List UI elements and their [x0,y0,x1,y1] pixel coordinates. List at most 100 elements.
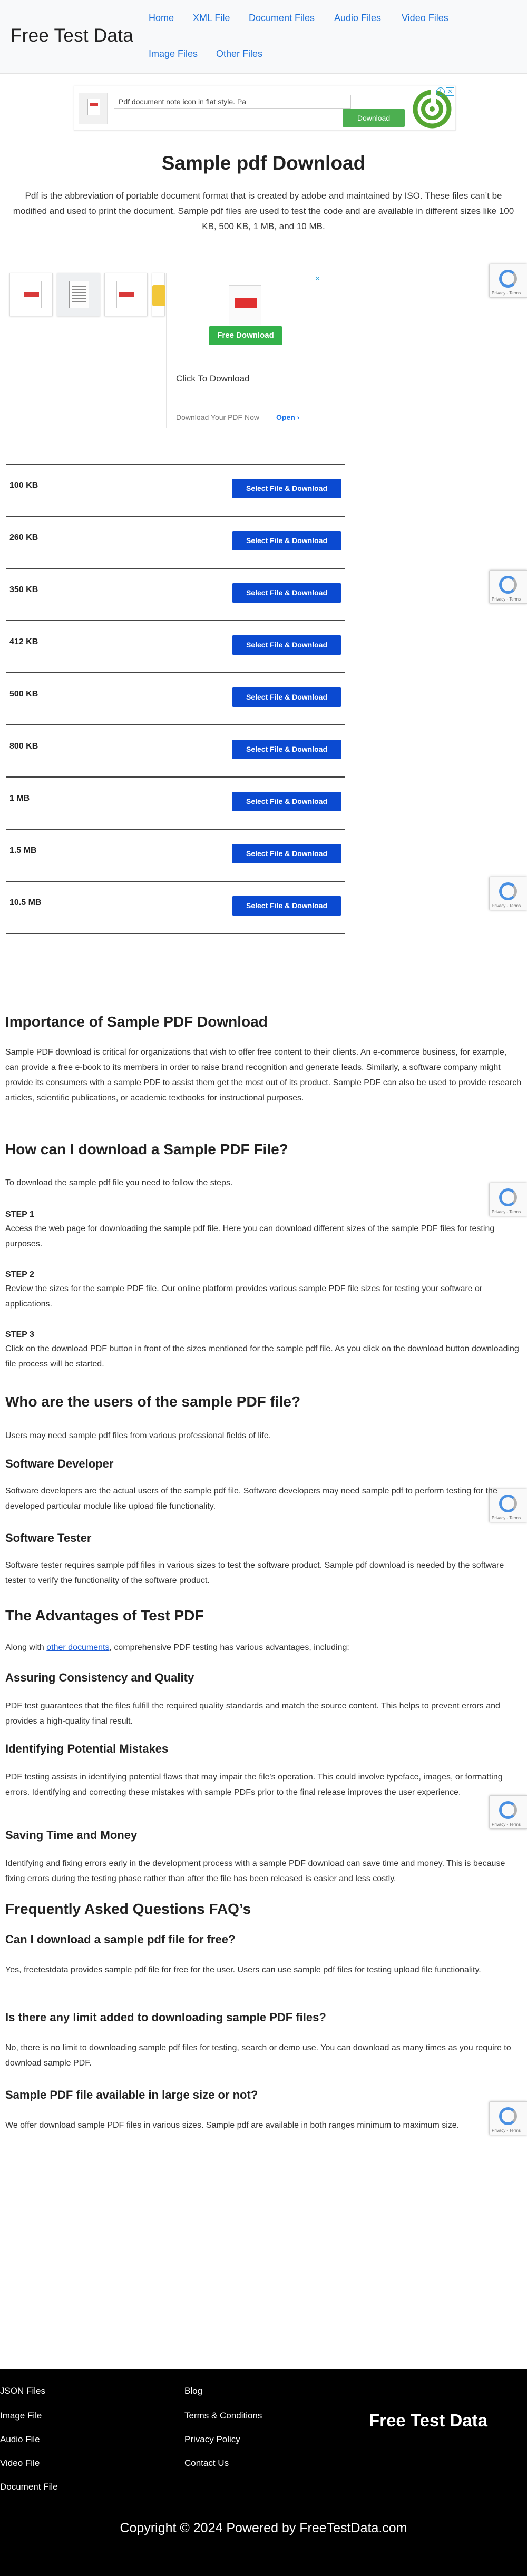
pdf-document-image[interactable] [104,273,148,316]
recaptcha-terms[interactable]: Privacy - Terms [492,1210,521,1214]
paragraph: Identifying and fixing errors early in t… [5,1859,505,1883]
recaptcha-terms[interactable]: Privacy - Terms [492,597,521,602]
site-title[interactable]: Free Test Data [11,25,133,46]
recaptcha-badge[interactable]: Privacy - Terms [489,1795,527,1829]
step-heading: STEP 2 [5,1270,34,1279]
folder-image[interactable] [152,273,165,316]
file-size-label: 1.5 MB [9,846,37,855]
faq-answer: We offer download sample PDF files in va… [5,2121,460,2130]
row-divider [6,620,345,621]
download-button-100kb[interactable]: Select File & Download [232,479,341,498]
close-icon[interactable]: ✕ [446,87,454,96]
free-download-button[interactable]: Free Download [209,326,282,345]
section-heading: Importance of Sample PDF Download [5,1014,268,1030]
page-title: Sample pdf Download [161,152,366,174]
download-button-350kb[interactable]: Select File & Download [232,583,341,603]
recaptcha-badge[interactable]: Privacy - Terms [489,877,527,910]
close-icon[interactable]: ✕ [315,274,320,283]
paragraph: Review the sizes for the sample PDF file… [5,1284,483,1309]
footer-link-document-file[interactable]: Document File [0,2482,58,2492]
faq-question: Sample PDF file available in large size … [5,2088,258,2101]
footer-link-image-file[interactable]: Image File [0,2411,42,2421]
footer-link-contact-us[interactable]: Contact Us [184,2458,229,2469]
recaptcha-badge[interactable]: Privacy - Terms [489,264,527,298]
row-divider [6,672,345,673]
nav-image-files[interactable]: Image Files [149,48,198,60]
paragraph: Software tester requires sample pdf file… [5,1561,504,1585]
recaptcha-terms[interactable]: Privacy - Terms [492,1822,521,1827]
file-size-label: 350 KB [9,585,38,594]
intro-text: Pdf is the abbreviation of portable docu… [13,191,514,231]
recaptcha-terms[interactable]: Privacy - Terms [492,1516,521,1520]
paragraph: Click on the download PDF button in fron… [5,1344,519,1369]
row-divider [6,724,345,725]
nav-audio-files[interactable]: Audio Files [334,13,381,24]
pdf-document-image[interactable] [57,273,100,316]
section-heading: How can I download a Sample PDF File? [5,1141,288,1157]
footer-link-audio-file[interactable]: Audio File [0,2434,40,2445]
nav-xml-file[interactable]: XML File [193,13,230,24]
file-size-label: 260 KB [9,533,38,542]
faq-answer: Yes, freetestdata provides sample pdf fi… [5,1965,481,1974]
nav-other-files[interactable]: Other Files [216,48,262,60]
section-heading: Who are the users of the sample PDF file… [5,1393,301,1410]
row-divider [6,933,345,934]
click-to-download-text[interactable]: Click To Download [176,373,250,384]
nav-document-files[interactable]: Document Files [249,13,315,24]
footer-link-privacy-policy[interactable]: Privacy Policy [184,2434,240,2445]
pdf-thumbnail-icon [79,93,108,124]
footer-brand[interactable]: Free Test Data [369,2411,487,2431]
download-button-1-5mb[interactable]: Select File & Download [232,844,341,863]
paragraph: To download the sample pdf file you need… [5,1178,233,1187]
download-button-412kb[interactable]: Select File & Download [232,635,341,655]
step-heading: STEP 1 [5,1210,34,1219]
download-now-text: Download Your PDF Now [176,413,259,421]
download-button-10-5mb[interactable]: Select File & Download [232,896,341,916]
other-documents-link[interactable]: other documents [46,1643,109,1652]
file-size-label: 412 KB [9,637,38,646]
nav-home[interactable]: Home [149,13,174,24]
subsection-heading: Software Developer [5,1457,114,1470]
footer-link-video-file[interactable]: Video File [0,2458,40,2469]
footer-link-json-files[interactable]: JSON Files [0,2386,45,2396]
open-link[interactable]: Open › [276,413,299,421]
paragraph: PDF test guarantees that the files fulfi… [5,1702,500,1726]
recaptcha-icon [499,882,517,900]
footer-link-terms[interactable]: Terms & Conditions [184,2411,262,2421]
footer-link-blog[interactable]: Blog [184,2386,202,2396]
recaptcha-icon [499,576,517,594]
subsection-heading: Software Tester [5,1531,92,1545]
copyright-text: Copyright © 2024 Powered by FreeTestData… [120,2521,407,2535]
nav-video-files[interactable]: Video Files [402,13,448,24]
ad-info-icon[interactable]: i [436,87,445,96]
ad-text: Pdf document note icon in flat style. Pa [114,95,351,109]
ad-download-button[interactable]: Download [343,109,405,127]
pdf-file-icon [229,285,261,325]
faq-question: Can I download a sample pdf file for fre… [5,1933,236,1946]
download-button-500kb[interactable]: Select File & Download [232,687,341,707]
file-size-label: 10.5 MB [9,898,42,907]
ad-banner[interactable]: Pdf document note icon in flat style. Pa… [74,86,456,131]
side-ad[interactable]: ✕ Free Download Click To Download Downlo… [166,273,324,428]
row-divider [6,776,345,778]
row-divider [6,829,345,830]
paragraph: PDF testing assists in identifying poten… [5,1773,503,1797]
image-ad-strip[interactable] [9,273,165,318]
recaptcha-badge[interactable]: Privacy - Terms [489,570,527,604]
subsection-heading: Saving Time and Money [5,1828,138,1842]
row-divider [6,464,345,465]
recaptcha-terms[interactable]: Privacy - Terms [492,903,521,908]
download-button-800kb[interactable]: Select File & Download [232,740,341,759]
download-button-1mb[interactable]: Select File & Download [232,792,341,811]
recaptcha-terms[interactable]: Privacy - Terms [492,291,521,296]
faq-answer: No, there is no limit to downloading sam… [5,2043,511,2068]
file-size-label: 100 KB [9,481,38,490]
recaptcha-icon [499,1188,517,1206]
pdf-document-image[interactable] [9,273,53,316]
subsection-heading: Assuring Consistency and Quality [5,1671,194,1684]
download-button-260kb[interactable]: Select File & Download [232,531,341,550]
subsection-heading: Identifying Potential Mistakes [5,1742,169,1755]
step-heading: STEP 3 [5,1330,34,1339]
site-footer [0,2369,527,2576]
recaptcha-icon [499,1801,517,1819]
